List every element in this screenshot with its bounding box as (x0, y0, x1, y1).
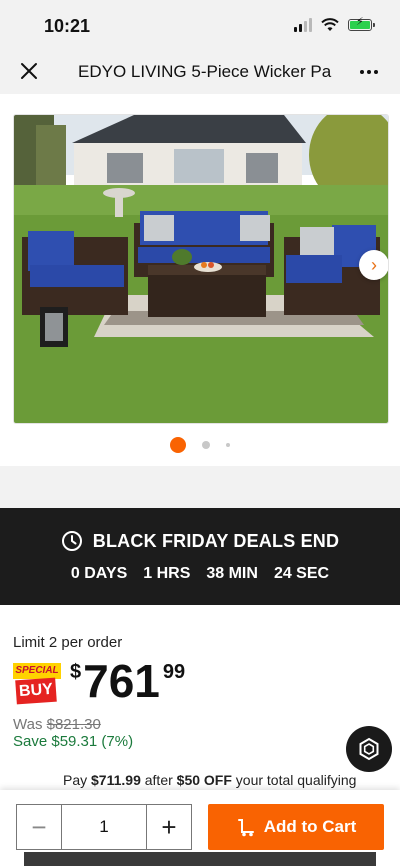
carousel-dot[interactable] (202, 441, 210, 449)
battery-icon: ⚡ (348, 17, 375, 31)
wifi-icon (321, 18, 339, 31)
countdown-seconds: 24 SEC (273, 565, 330, 582)
deals-banner: BLACK FRIDAY DEALS END 0 DAYS 1 HRS 38 M… (0, 508, 400, 605)
pay-prefix: Pay (63, 772, 92, 788)
quantity-value[interactable]: 1 (62, 805, 146, 849)
price-cents: 99 (162, 661, 186, 683)
pay-after-offer: Pay $711.99 after $50 OFF your total qua… (63, 772, 393, 788)
pay-suffix: your total qualifying (231, 772, 357, 788)
status-time: 10:21 (44, 16, 91, 36)
add-to-cart-button[interactable]: Add to Cart (208, 804, 384, 850)
price-section: Limit 2 per order SPECIAL BUY $ 761 99 W… (0, 605, 400, 805)
countdown-days: 0 DAYS (70, 565, 128, 582)
countdown-minutes: 38 MIN (206, 565, 258, 582)
pay-amount: $711.99 (91, 772, 141, 788)
quantity-stepper: − 1 + (16, 804, 192, 850)
current-price: $ 761 99 (70, 655, 185, 707)
status-icons: ⚡ (294, 17, 375, 32)
carousel-dot[interactable] (170, 437, 186, 453)
page-title: EDYO LIVING 5-Piece Wicker Pa (78, 62, 332, 81)
nav-header: EDYO LIVING 5-Piece Wicker Pa (0, 50, 400, 94)
signal-icon (294, 18, 312, 32)
countdown-hours: 1 HRS (143, 565, 191, 582)
badge-bottom-text: BUY (15, 677, 57, 705)
savings-text: Save $59.31 (7%) (13, 733, 134, 750)
chat-button[interactable] (346, 726, 392, 772)
chevron-right-icon[interactable]: › (359, 250, 388, 280)
countdown: 0 DAYS 1 HRS 38 MIN 24 SEC (0, 565, 400, 583)
image-carousel: › (0, 94, 400, 466)
minus-icon[interactable]: − (17, 805, 62, 849)
add-to-cart-label: Add to Cart (263, 817, 357, 836)
badge-top-text: SPECIAL (13, 663, 61, 679)
deals-title-row: BLACK FRIDAY DEALS END (0, 530, 400, 552)
price-dollars: 761 (83, 655, 160, 707)
more-icon[interactable] (358, 62, 380, 82)
product-image[interactable]: › (13, 114, 389, 424)
price-currency: $ (70, 661, 82, 683)
plus-icon[interactable]: + (146, 805, 191, 849)
close-icon[interactable] (18, 60, 40, 82)
cart-icon (237, 819, 254, 837)
clock-icon (61, 531, 82, 551)
was-price: $821.30 (46, 716, 101, 733)
carousel-dot[interactable] (226, 443, 230, 447)
was-label: Was (13, 716, 47, 733)
special-buy-badge: SPECIAL BUY (13, 663, 61, 705)
was-price-row: Was $821.30 (13, 716, 101, 733)
deals-title: BLACK FRIDAY DEALS END (92, 530, 340, 551)
order-limit: Limit 2 per order (13, 634, 123, 651)
carousel-dots (0, 437, 400, 453)
chat-icon (359, 737, 379, 761)
status-bar: 10:21 ⚡ (0, 0, 400, 50)
home-indicator (24, 852, 376, 866)
pay-middle: after (140, 772, 177, 788)
pay-discount: $50 OFF (176, 772, 232, 788)
patio-set-photo (14, 115, 388, 423)
